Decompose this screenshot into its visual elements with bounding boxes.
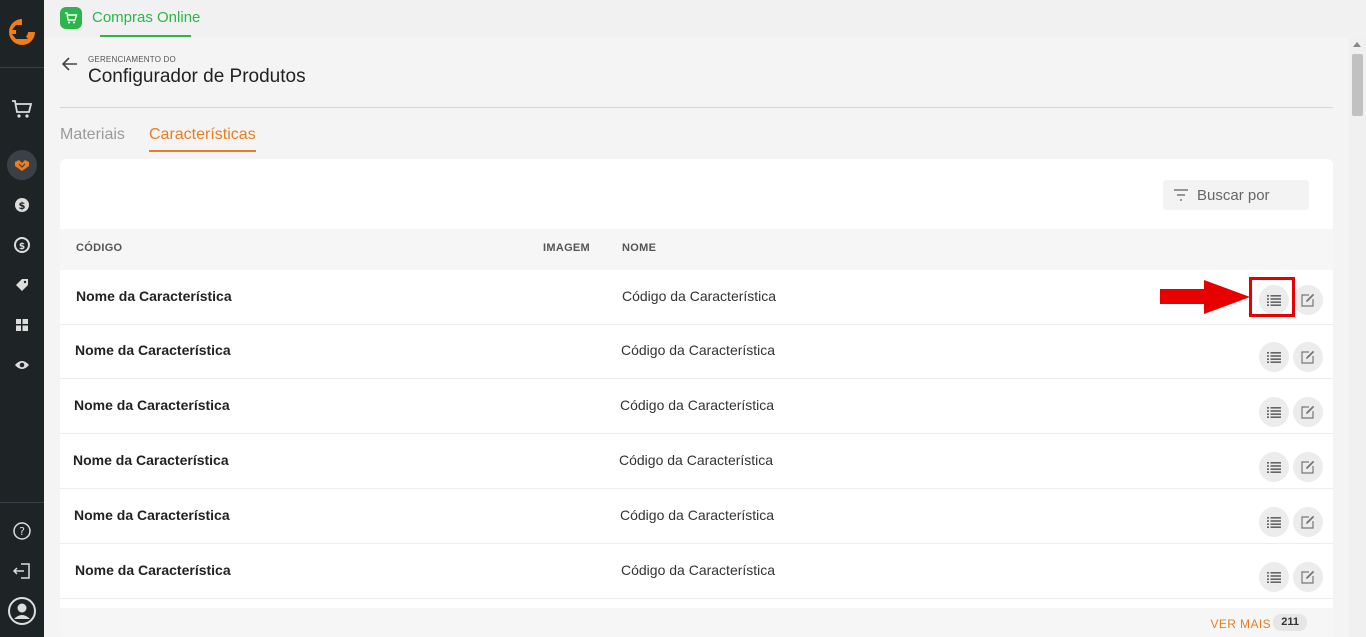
app-title[interactable]: Compras Online (92, 9, 200, 26)
characteristic-name: Nome da Característica (76, 288, 232, 304)
edit-icon (1301, 460, 1315, 474)
scroll-up-arrow-icon[interactable] (1353, 42, 1361, 47)
eye-icon[interactable] (7, 350, 37, 380)
page-title: Configurador de Produtos (88, 66, 306, 87)
exchange-icon[interactable]: $ (7, 230, 37, 260)
edit-button[interactable] (1293, 562, 1323, 592)
list-icon (1267, 571, 1281, 583)
user-avatar-icon[interactable] (7, 596, 37, 626)
edit-button[interactable] (1293, 452, 1323, 482)
svg-text:$: $ (19, 201, 26, 212)
ver-mais-link[interactable]: VER MAIS (1210, 617, 1271, 631)
list-values-button[interactable] (1259, 452, 1289, 482)
top-bar: Compras Online (44, 0, 1366, 38)
sidebar-divider (0, 67, 44, 68)
handshake-icon[interactable] (7, 150, 37, 180)
column-header-imagem[interactable]: IMAGEM (543, 242, 590, 254)
search-field[interactable] (1163, 180, 1309, 210)
column-header-codigo[interactable]: CÓDIGO (76, 242, 122, 254)
list-values-button[interactable] (1259, 507, 1289, 537)
edit-icon (1301, 293, 1315, 307)
table-row[interactable]: Nome da Característica Código da Caracter… (60, 434, 1333, 489)
edit-icon (1301, 515, 1315, 529)
characteristic-code: Código da Característica (620, 507, 775, 523)
table-row[interactable]: Nome da Característica Código da Caracter… (60, 379, 1333, 434)
tab-materiais[interactable]: Materiais (60, 126, 125, 144)
list-values-button[interactable] (1259, 562, 1289, 592)
list-values-button[interactable] (1259, 342, 1289, 372)
table-footer: VER MAIS 211 (60, 608, 1333, 637)
sidebar: $ $ ? (0, 0, 44, 637)
table-row[interactable]: Nome da Característica Código da Caracter… (60, 324, 1333, 379)
list-values-button[interactable] (1259, 397, 1289, 427)
back-arrow-icon[interactable] (60, 54, 80, 74)
edit-icon (1301, 350, 1315, 364)
edit-button[interactable] (1293, 342, 1323, 372)
help-icon[interactable]: ? (7, 516, 37, 546)
characteristic-name: Nome da Característica (75, 562, 231, 578)
tag-icon[interactable] (7, 270, 37, 300)
money-icon[interactable]: $ (7, 190, 37, 220)
annotation-highlight-box (1249, 277, 1295, 317)
annotation-arrow-icon (1160, 280, 1250, 314)
characteristics-card: CÓDIGO IMAGEM NOME Nome da Característic… (60, 159, 1333, 637)
characteristic-name: Nome da Característica (73, 452, 229, 468)
logo-icon[interactable] (6, 16, 38, 48)
grid-icon[interactable] (7, 310, 37, 340)
logout-icon[interactable] (7, 556, 37, 586)
characteristic-name: Nome da Característica (75, 342, 231, 358)
scrollbar-thumb[interactable] (1352, 54, 1363, 116)
characteristic-code: Código da Característica (621, 562, 776, 578)
table-row[interactable]: Nome da Característica Código da Caracter… (60, 544, 1333, 599)
search-input[interactable] (1197, 186, 1297, 204)
app-tab-indicator (100, 35, 191, 37)
column-header-nome[interactable]: NOME (622, 242, 656, 254)
edit-icon (1301, 405, 1315, 419)
characteristic-code: Código da Característica (619, 452, 774, 468)
edit-button[interactable] (1293, 507, 1323, 537)
tab-caracteristicas[interactable]: Características (149, 126, 256, 152)
shopping-cart-icon[interactable] (60, 7, 82, 29)
scrollbar[interactable] (1349, 38, 1366, 637)
edit-button[interactable] (1293, 397, 1323, 427)
list-icon (1267, 461, 1281, 473)
characteristic-code: Código da Característica (621, 342, 776, 358)
filter-icon (1174, 189, 1188, 201)
characteristic-code: Código da Característica (620, 397, 775, 413)
list-icon (1267, 406, 1281, 418)
cart-icon[interactable] (7, 94, 37, 124)
title-divider (60, 107, 1333, 108)
characteristic-name: Nome da Característica (74, 507, 230, 523)
svg-text:$: $ (19, 242, 25, 252)
sidebar-divider (0, 502, 44, 503)
list-icon (1267, 516, 1281, 528)
edit-button[interactable] (1293, 285, 1323, 315)
svg-text:?: ? (19, 525, 25, 538)
main-content: GERENCIAMENTO DO Configurador de Produto… (44, 38, 1349, 637)
characteristic-name: Nome da Característica (74, 397, 230, 413)
edit-icon (1301, 570, 1315, 584)
table-row[interactable]: Nome da Característica Código da Caracter… (60, 489, 1333, 544)
breadcrumb: GERENCIAMENTO DO (88, 55, 176, 64)
total-count-badge: 211 (1273, 614, 1307, 631)
table-row[interactable]: Nome da Característica Código da Caracter… (60, 270, 1333, 325)
characteristic-code: Código da Característica (622, 288, 777, 304)
table-header: CÓDIGO IMAGEM NOME (60, 229, 1333, 270)
list-icon (1267, 351, 1281, 363)
